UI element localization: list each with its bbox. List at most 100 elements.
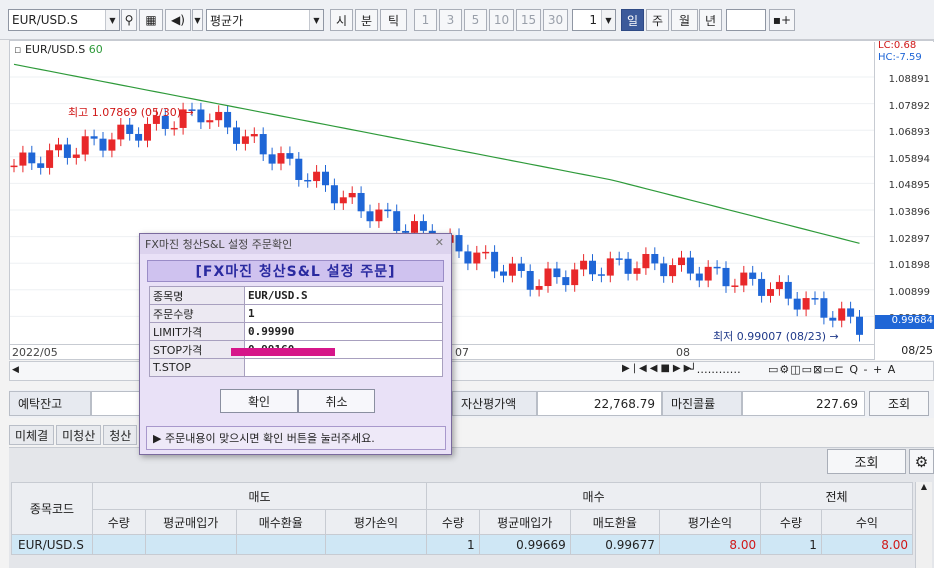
period-input[interactable] xyxy=(726,9,766,31)
candle xyxy=(482,251,490,254)
interval-count-select[interactable]: 1 ▼ xyxy=(572,9,616,31)
candle xyxy=(375,209,383,222)
high-label: 최고 1.07869 (05/30) → xyxy=(68,104,194,120)
current-price-badge: 0.99684 xyxy=(875,315,934,329)
dialog-titlebar[interactable]: FX마진 청산S&L 설정 주문확인 ✕ xyxy=(140,234,451,254)
close-icon[interactable]: ✕ xyxy=(435,236,444,249)
candle xyxy=(233,127,240,144)
price-type-select[interactable]: 평균가 ▼ xyxy=(206,9,324,31)
memo-icon[interactable]: ▦ xyxy=(139,9,163,31)
price-level-label: 1.01898 xyxy=(888,260,930,272)
positions-table: 종목코드 매도 매수 전체 수량 평균매입가 매수환율 평가손익 수량 평균매입… xyxy=(11,482,914,555)
candle xyxy=(660,263,668,277)
price-level-label: 1.06893 xyxy=(888,127,930,139)
price-level-label: 1.08891 xyxy=(888,74,930,85)
candle xyxy=(330,185,338,204)
order-tabs: 미체결 미청산 청산 xyxy=(9,425,138,447)
speaker-icon[interactable]: ◀) xyxy=(165,9,191,31)
unit-button-hour[interactable]: 시 xyxy=(330,9,353,31)
col-header: 수량 xyxy=(91,509,146,535)
chart-tools-icon[interactable]: ▭⚙◫▭⊠▭⊏ Q - + A xyxy=(768,363,896,376)
price-level-label: 1.00899 xyxy=(888,286,930,298)
candle xyxy=(286,153,294,159)
tab-settle[interactable]: 청산 xyxy=(103,425,138,445)
candle xyxy=(144,123,151,141)
candle xyxy=(117,124,125,140)
col-header: 평균매입가 xyxy=(478,509,571,535)
candle xyxy=(19,152,27,166)
cell: 1 xyxy=(426,534,480,555)
candle xyxy=(589,260,596,275)
query-button[interactable]: 조회 xyxy=(869,391,929,416)
confirm-button[interactable]: 확인 xyxy=(220,389,298,413)
candle xyxy=(28,152,36,164)
candle xyxy=(562,277,570,286)
table-scrollbar[interactable]: ▲ xyxy=(915,482,932,568)
arrow-right-icon: → xyxy=(829,330,839,343)
interval-button-15[interactable]: 15 xyxy=(516,9,541,31)
price-scale[interactable]: LC:0.68 HC:-7.59 1.08891 1.07892 1.06893 1.… xyxy=(874,40,934,360)
candle xyxy=(544,268,552,287)
candle xyxy=(491,251,499,272)
interval-count-value: 1 xyxy=(589,13,597,27)
unit-button-tick[interactable]: 틱 xyxy=(380,9,407,31)
interval-button-10[interactable]: 10 xyxy=(489,9,514,31)
playback-controls-icon[interactable]: ▶|◀◀■▶▶ xyxy=(622,363,694,374)
period-button-month[interactable]: 월 xyxy=(671,9,698,31)
price-level-label: 1.07892 xyxy=(888,100,930,112)
candle xyxy=(686,257,694,274)
margin-label: 마진콜률 xyxy=(662,391,742,416)
candle xyxy=(704,266,712,281)
tab-open-positions[interactable]: 미청산 xyxy=(56,425,102,445)
cancel-button[interactable]: 취소 xyxy=(298,389,375,413)
chevron-down-icon[interactable]: ▼ xyxy=(309,10,323,30)
candle xyxy=(847,308,855,317)
zoom-slider[interactable]: ┘‥‥‥‥‥‥ xyxy=(690,363,741,376)
period-button-week[interactable]: 주 xyxy=(646,9,669,31)
candle xyxy=(695,273,703,281)
highlight-mark xyxy=(231,348,335,356)
candle xyxy=(55,144,62,151)
field-value: 1 xyxy=(244,304,443,323)
candle xyxy=(99,138,107,151)
play-icon: ▶ xyxy=(153,431,165,445)
candle xyxy=(384,209,392,212)
field-value-stop: 0.99160 xyxy=(231,340,443,359)
candle xyxy=(553,268,561,278)
scroll-up-icon[interactable]: ▲ xyxy=(921,482,927,491)
query-button-positions[interactable]: 조회 xyxy=(827,449,906,474)
interval-button-3[interactable]: 3 xyxy=(439,9,462,31)
price-type-value: 평균가 xyxy=(210,13,244,28)
candle xyxy=(731,285,739,287)
field-label: 주문수량 xyxy=(149,304,245,323)
search-icon[interactable]: ⚲ xyxy=(121,9,137,31)
period-button-year[interactable]: 년 xyxy=(699,9,722,31)
chevron-down-icon[interactable]: ▼ xyxy=(601,10,615,30)
candle xyxy=(90,136,98,139)
tab-unfilled[interactable]: 미체결 xyxy=(9,425,55,445)
candle xyxy=(749,272,757,279)
candle xyxy=(758,278,766,296)
price-level-label: 1.05894 xyxy=(888,153,930,165)
order-fields: 종목명 EUR/USD.S 주문수량 1 LIMIT가격 0.99990 STOP가격… xyxy=(149,286,443,377)
table-row[interactable]: EUR/USD.S 1 0.99669 0.99677 8.00 1 8.00 xyxy=(11,534,914,555)
chevron-down-icon[interactable]: ▼ xyxy=(192,9,203,31)
candle xyxy=(606,258,614,276)
period-button-day[interactable]: 일 xyxy=(621,9,644,31)
candle xyxy=(72,154,80,158)
add-chart-icon[interactable]: ▪+ xyxy=(769,9,795,31)
gear-icon[interactable]: ⚙ xyxy=(909,449,934,474)
unit-button-minute[interactable]: 분 xyxy=(355,9,378,31)
interval-button-30[interactable]: 30 xyxy=(543,9,568,31)
scroll-left-icon[interactable]: ◀ xyxy=(12,365,19,375)
chevron-down-icon[interactable]: ▼ xyxy=(105,10,119,30)
candle xyxy=(669,265,677,277)
symbol-select[interactable]: EUR/USD.S ▼ xyxy=(8,9,120,31)
candle xyxy=(126,124,134,134)
legend-ma: 60 xyxy=(88,43,103,56)
interval-button-5[interactable]: 5 xyxy=(464,9,487,31)
cell: 8.00 xyxy=(658,534,762,555)
candle xyxy=(740,272,748,286)
interval-button-1[interactable]: 1 xyxy=(414,9,437,31)
col-header: 매도환율 xyxy=(569,509,660,535)
